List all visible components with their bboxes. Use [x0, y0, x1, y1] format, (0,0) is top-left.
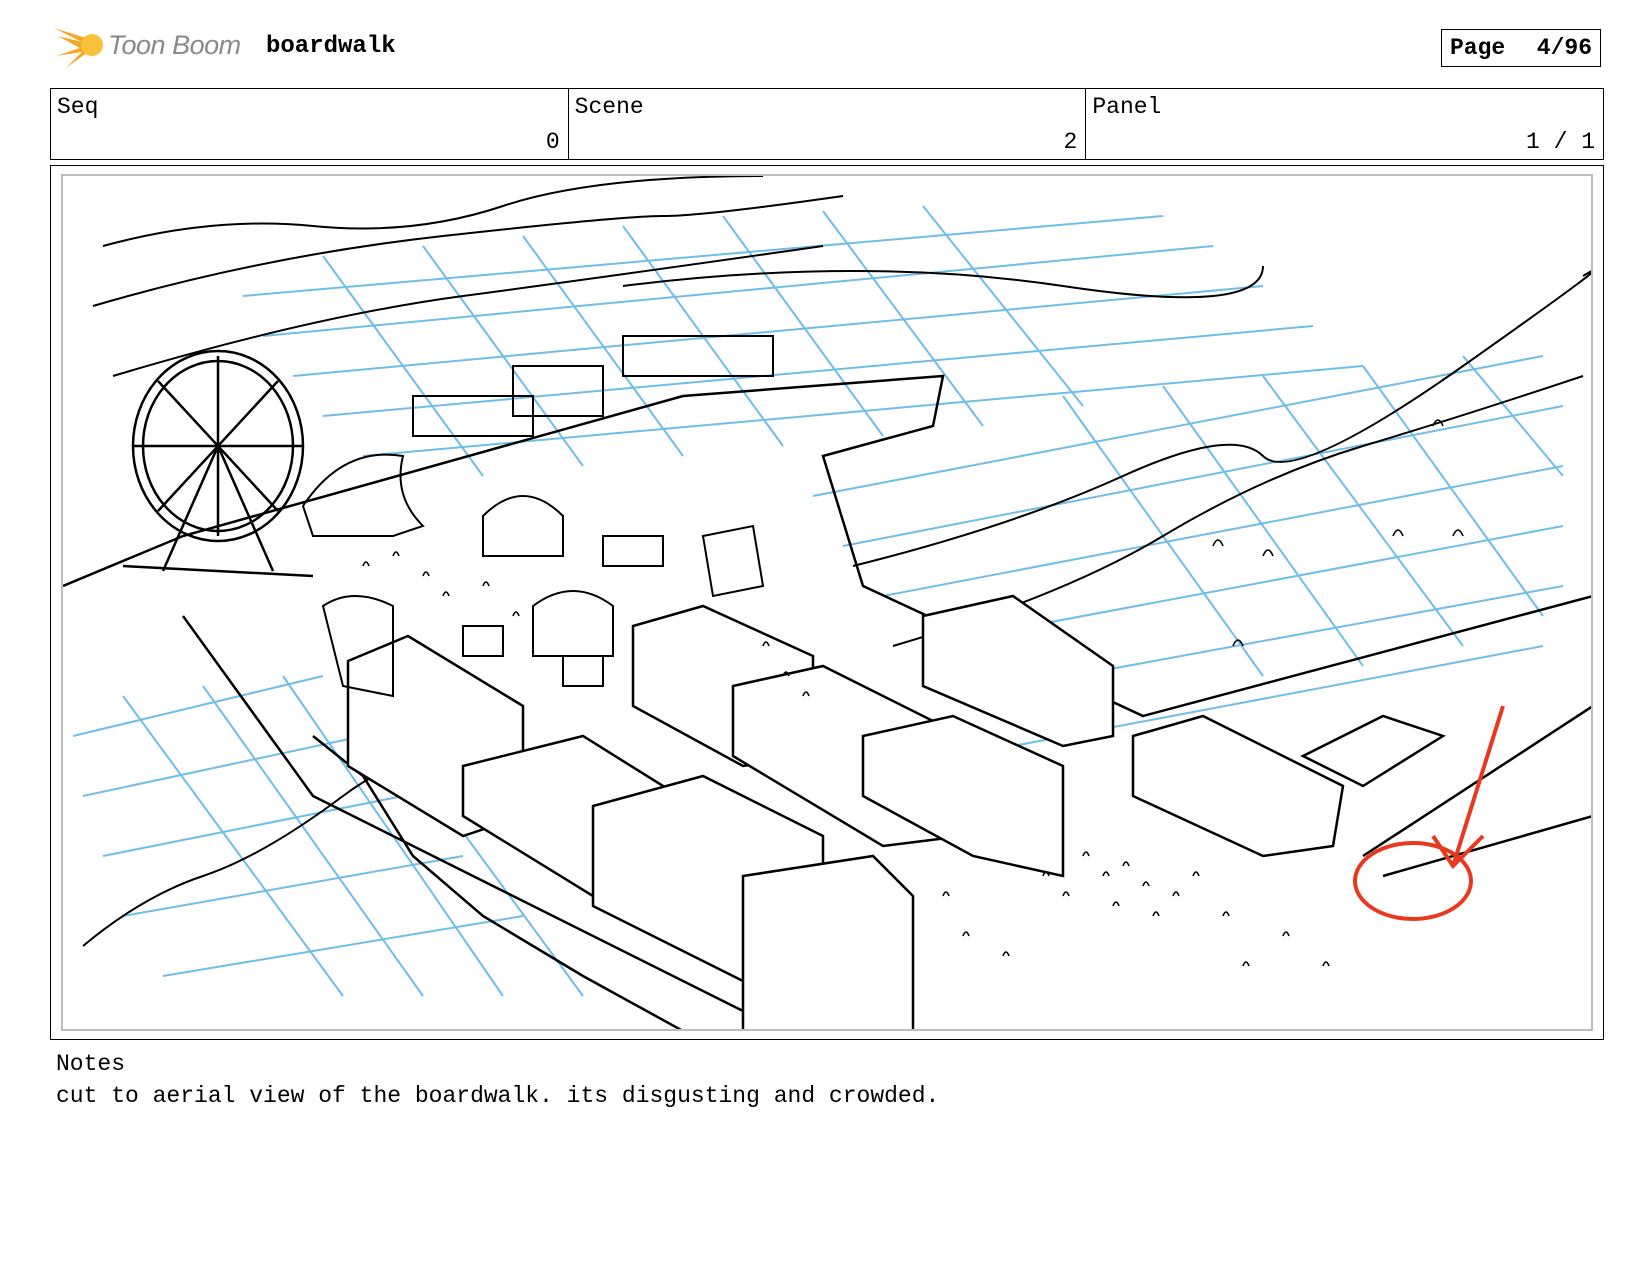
toon-boom-logo: Toon Boom: [52, 22, 252, 72]
panel-cell: Panel 1 / 1: [1086, 89, 1603, 159]
buildings: [346, 594, 1446, 1029]
logo-text: Toon Boom: [108, 30, 241, 60]
panel-value: 1 / 1: [1526, 129, 1596, 155]
page-indicator: Page 4/96: [1441, 29, 1601, 67]
project-title: boardwalk: [266, 33, 396, 60]
seq-cell: Seq 0: [51, 89, 569, 159]
scene-value: 2: [1063, 129, 1078, 155]
notes-label: Notes: [56, 1051, 126, 1077]
scene-cell: Scene 2: [569, 89, 1087, 159]
scene-label: Scene: [574, 94, 644, 120]
seq-value: 0: [545, 129, 560, 155]
page-label: Page: [1450, 35, 1506, 61]
ferris-wheel: [122, 349, 314, 578]
panel-info-row: Seq 0 Scene 2 Panel 1 / 1: [50, 88, 1604, 160]
panel-label: Panel: [1092, 94, 1162, 120]
boardwalk-sketch: [63, 176, 1591, 1029]
waves: [82, 176, 1591, 947]
notes-text: cut to aerial view of the boardwalk. its…: [56, 1083, 940, 1109]
logo-star-icon: [54, 28, 103, 68]
storyboard-panel: [50, 165, 1604, 1040]
panel-drawing: [61, 174, 1593, 1031]
seq-label: Seq: [57, 94, 99, 120]
page-number: 4/96: [1536, 35, 1592, 61]
